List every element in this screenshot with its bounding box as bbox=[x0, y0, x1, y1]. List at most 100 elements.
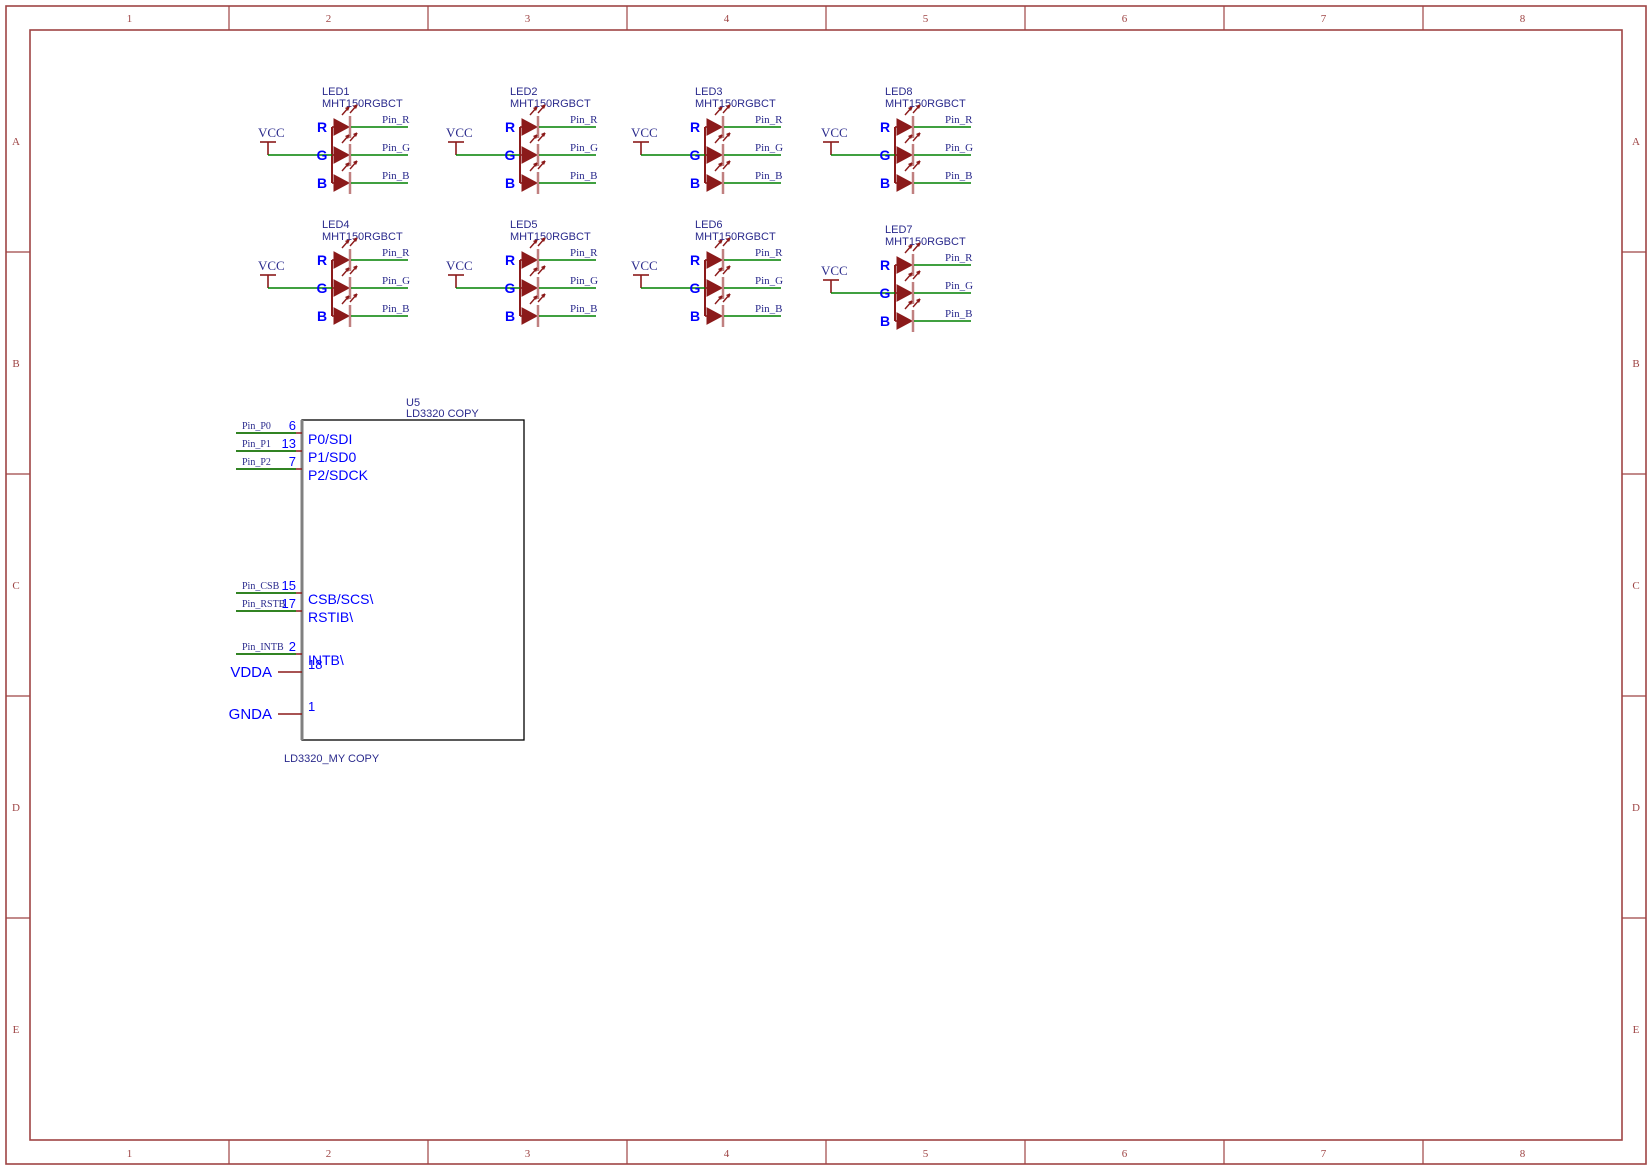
pin-name: GNDA bbox=[229, 706, 272, 723]
diode-symbol bbox=[706, 174, 724, 192]
led-channel-label: R bbox=[317, 119, 327, 135]
led-partname: MHT150RGBCT bbox=[695, 98, 776, 110]
net-label: Pin_B bbox=[945, 170, 973, 182]
led-channel-label: R bbox=[505, 119, 515, 135]
led-group: LED6MHT150RGBCT VCC R Pin_R G Pin_G B Pin_B bbox=[631, 219, 783, 327]
frame-col-label: 3 bbox=[525, 1148, 531, 1160]
frame-row-label: E bbox=[13, 1024, 20, 1036]
net-label: Pin_G bbox=[945, 280, 973, 292]
net-label: Pin_G bbox=[382, 275, 410, 287]
led-partname: MHT150RGBCT bbox=[885, 98, 966, 110]
diode-symbol bbox=[521, 146, 539, 164]
net-label: Pin_P0 bbox=[242, 421, 271, 432]
pin-number: 17 bbox=[282, 596, 296, 611]
diode-symbol bbox=[521, 279, 539, 297]
led-group: LED4MHT150RGBCT VCC R Pin_R G Pin_G B Pin_B bbox=[258, 219, 410, 327]
net-label: Pin_R bbox=[755, 247, 783, 259]
led-channel-label: G bbox=[690, 147, 701, 163]
pin-number: 13 bbox=[282, 436, 296, 451]
led-channel-label: B bbox=[690, 308, 700, 324]
led-partname: MHT150RGBCT bbox=[322, 98, 403, 110]
led-partname: MHT150RGBCT bbox=[510, 98, 591, 110]
net-label: Pin_B bbox=[755, 303, 783, 315]
vcc-label: VCC bbox=[821, 263, 848, 278]
led-channel-label: B bbox=[880, 313, 890, 329]
diode-symbol bbox=[896, 174, 914, 192]
led-partname: MHT150RGBCT bbox=[885, 236, 966, 248]
frame-col-label: 8 bbox=[1520, 1148, 1526, 1160]
net-label: Pin_B bbox=[570, 170, 598, 182]
component-u5: U5LD3320 COPYLD3320_MY COPYPin_P0 6P0/SDI… bbox=[229, 397, 525, 765]
led-refdes: LED7 bbox=[885, 224, 913, 236]
net-label: Pin_G bbox=[570, 275, 598, 287]
frame-col-label: 6 bbox=[1122, 13, 1128, 25]
net-label: Pin_G bbox=[755, 142, 783, 154]
led-channel-label: R bbox=[880, 257, 890, 273]
diode-symbol bbox=[706, 251, 724, 269]
frame-col-label: 1 bbox=[127, 1148, 133, 1160]
led-refdes: LED2 bbox=[510, 86, 538, 98]
led-refdes: LED3 bbox=[695, 86, 723, 98]
u5-partname: LD3320 COPY bbox=[406, 408, 479, 420]
net-label: Pin_B bbox=[570, 303, 598, 315]
net-label: Pin_INTB bbox=[242, 642, 284, 653]
pin-number: 15 bbox=[282, 578, 296, 593]
vcc-label: VCC bbox=[821, 125, 848, 140]
diode-symbol bbox=[896, 118, 914, 136]
diode-symbol bbox=[333, 174, 351, 192]
diode-symbol bbox=[896, 312, 914, 330]
led-channel-label: G bbox=[505, 147, 516, 163]
led-channel-label: R bbox=[505, 252, 515, 268]
net-label: Pin_R bbox=[945, 114, 973, 126]
frame-col-label: 6 bbox=[1122, 1148, 1128, 1160]
vcc-label: VCC bbox=[258, 125, 285, 140]
net-label: Pin_R bbox=[382, 247, 410, 259]
frame-col-label: 5 bbox=[923, 13, 929, 25]
led-group: LED1MHT150RGBCT VCC R Pin_R G Pin_G B Pin_B bbox=[258, 86, 410, 194]
led-channel-label: R bbox=[880, 119, 890, 135]
vcc-label: VCC bbox=[446, 125, 473, 140]
led-channel-label: G bbox=[505, 280, 516, 296]
net-label: Pin_G bbox=[755, 275, 783, 287]
led-refdes: LED4 bbox=[322, 219, 350, 231]
frame-row-label: D bbox=[12, 802, 20, 814]
diode-symbol bbox=[706, 118, 724, 136]
frame-row-label: C bbox=[1632, 580, 1639, 592]
pin-name: P1/SD0 bbox=[308, 449, 356, 465]
pin-name: P2/SDCK bbox=[308, 467, 369, 483]
led-channel-label: B bbox=[505, 308, 515, 324]
net-label: Pin_B bbox=[755, 170, 783, 182]
led-partname: MHT150RGBCT bbox=[695, 231, 776, 243]
pin-number: 6 bbox=[289, 418, 296, 433]
diode-symbol bbox=[521, 174, 539, 192]
led-partname: MHT150RGBCT bbox=[322, 231, 403, 243]
net-label: Pin_G bbox=[570, 142, 598, 154]
frame-col-label: 7 bbox=[1321, 1148, 1327, 1160]
led-channel-label: R bbox=[690, 252, 700, 268]
pin-number: 2 bbox=[289, 639, 296, 654]
pin-number: 1 bbox=[308, 699, 315, 714]
net-label: Pin_B bbox=[945, 308, 973, 320]
frame-col-label: 8 bbox=[1520, 13, 1526, 25]
vcc-label: VCC bbox=[258, 258, 285, 273]
frame-col-label: 5 bbox=[923, 1148, 929, 1160]
vcc-label: VCC bbox=[446, 258, 473, 273]
frame-row-label: D bbox=[1632, 802, 1640, 814]
led-group: LED8MHT150RGBCT VCC R Pin_R G Pin_G B Pin_B bbox=[821, 86, 973, 194]
led-channel-label: G bbox=[880, 285, 891, 301]
pin-name: VDDA bbox=[230, 664, 272, 681]
led-channel-label: G bbox=[317, 147, 328, 163]
led-refdes: LED1 bbox=[322, 86, 350, 98]
net-label: Pin_R bbox=[570, 247, 598, 259]
led-group: LED3MHT150RGBCT VCC R Pin_R G Pin_G B Pin_B bbox=[631, 86, 783, 194]
frame-col-label: 4 bbox=[724, 1148, 730, 1160]
diode-symbol bbox=[333, 118, 351, 136]
vcc-label: VCC bbox=[631, 125, 658, 140]
led-refdes: LED6 bbox=[695, 219, 723, 231]
net-label: Pin_CSB bbox=[242, 581, 280, 592]
diode-symbol bbox=[521, 118, 539, 136]
frame-col-label: 2 bbox=[326, 1148, 332, 1160]
led-channel-label: G bbox=[690, 280, 701, 296]
frame-col-label: 7 bbox=[1321, 13, 1327, 25]
led-group: LED7MHT150RGBCT VCC R Pin_R G Pin_G B Pin_B bbox=[821, 224, 973, 332]
